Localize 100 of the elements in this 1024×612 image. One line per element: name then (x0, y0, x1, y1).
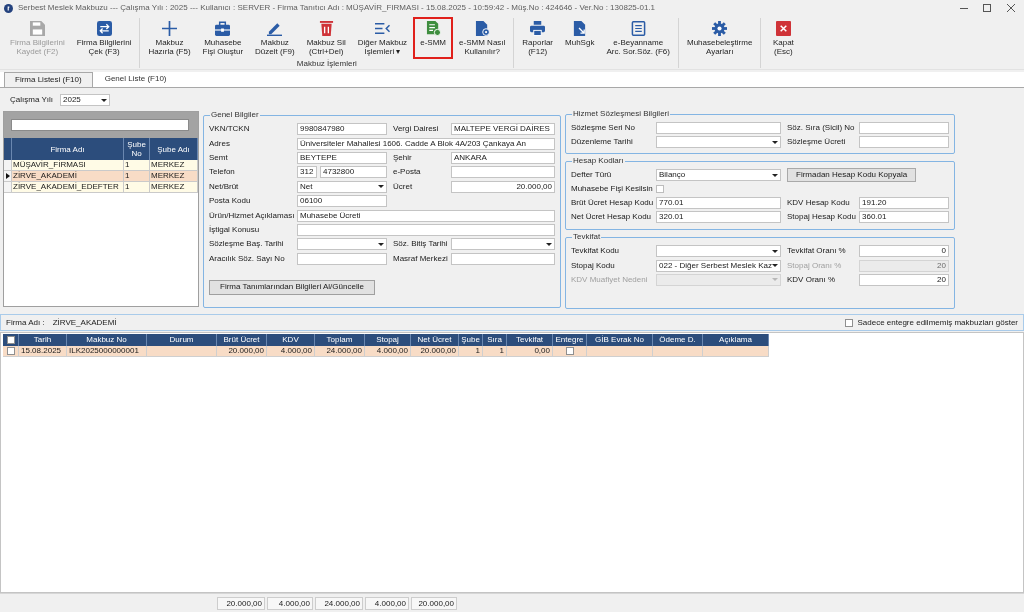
text-field[interactable]: ANKARA (451, 151, 555, 164)
action-button[interactable]: Firmadan Hesap Kodu Kopyala (787, 168, 917, 182)
text-field[interactable]: BEYTEPE (297, 151, 387, 164)
checkbox[interactable] (845, 318, 854, 327)
toolbar-button[interactable]: Makbuz Hazırla (F5) (142, 17, 197, 59)
field-label: Stopaj Hesap Kodu (787, 212, 856, 222)
checkbox[interactable] (656, 185, 664, 193)
tab[interactable]: Genel Liste (F10) (92, 72, 179, 87)
app-icon (4, 3, 13, 13)
checkbox[interactable] (565, 347, 574, 355)
field-label: Söz. Bitiş Tarihi (393, 239, 448, 250)
save-icon (29, 21, 45, 36)
minimize-icon[interactable] (960, 7, 968, 9)
toolbar-button[interactable]: MuhSgk (559, 17, 601, 59)
dropdown-field[interactable] (656, 136, 781, 148)
checkbox[interactable] (6, 336, 15, 344)
field-label: Muhasebe Fişi Kesilsin (571, 184, 653, 194)
list-row[interactable]: ZİRVE_AKADEMİ 1 MERKEZ (4, 171, 198, 182)
text-field[interactable] (451, 166, 555, 179)
toolbar-button[interactable]: Muhasebeleştirme Ayarları (680, 17, 759, 59)
text-field[interactable] (297, 252, 387, 265)
table-row[interactable]: 15.08.2025 ILK2025000000001 20.000,00 4.000,00 24.000,00 4.000,00 20.000,00 1 1 0,00 (3, 346, 769, 357)
text-field[interactable]: 0 (859, 245, 949, 258)
text-field[interactable]: Muhasebe Ücreti (297, 209, 555, 222)
action-button[interactable]: Firma Tanımlarından Bilgileri Al/Güncelle (209, 279, 375, 295)
swap-arrows-icon (96, 21, 112, 36)
text-field[interactable]: 20 (859, 273, 949, 286)
toolbar-button[interactable]: Makbuz Düzelt (F9) (249, 17, 301, 59)
close-icon (775, 21, 791, 36)
field-label: Ürün/Hizmet Açıklaması (209, 210, 295, 221)
toolbar-button[interactable]: Raporlar (F12) (516, 17, 560, 59)
field-label: Posta Kodu (209, 196, 251, 207)
search-field[interactable] (11, 119, 189, 131)
table-cell: ILK2025000000001 (67, 346, 147, 356)
dropdown-field[interactable]: Bilanço (656, 169, 781, 181)
text-field[interactable]: 770.01 (656, 197, 781, 209)
field-label: Brüt Ücret Hesap Kodu (571, 198, 654, 208)
text-field[interactable]: 312 (297, 166, 317, 179)
text-field[interactable]: MALTEPE VERGİ DAİRES (451, 123, 555, 136)
checkbox[interactable] (6, 347, 15, 355)
text-field[interactable] (859, 122, 949, 134)
text-field[interactable]: 191.20 (859, 197, 949, 209)
dropdown-field[interactable] (451, 238, 555, 251)
text-field[interactable] (451, 252, 555, 265)
field-label: Tevkifat Kodu (571, 246, 620, 257)
list-row[interactable]: MÜŞAVİR_FİRMASI 1 MERKEZ (4, 160, 198, 171)
text-field[interactable]: 320.01 (656, 211, 781, 223)
table-cell: 15.08.2025 (19, 346, 67, 356)
text-field[interactable] (859, 136, 949, 148)
window-title: Serbest Meslek Makbuzu --- Çalışma Yılı : 2025 --- Kullanıcı : SERVER - Firma Tanıtıcı Adı : MÜŞAVİR_FIRMASI - 15.08.2025 - 10:59:42 - Müş.No : 424646 - Ver.No : 130825-01.1 (18, 3, 656, 13)
field-label: Defter Türü (571, 170, 612, 180)
table-cell: 0,00 (507, 346, 553, 356)
field-label: Masraf Merkezi (393, 253, 448, 264)
text-field[interactable] (656, 122, 781, 134)
field-label: Semt (209, 152, 228, 163)
document-ring-icon (474, 21, 490, 36)
row-header[interactable] (4, 171, 12, 181)
table-cell: 24.000,00 (315, 346, 365, 356)
toolbar-button[interactable]: Muhasebe Fişi Oluştur (196, 17, 250, 59)
printer-icon (530, 21, 546, 36)
field-label: Sözleşme Baş. Tarihi (209, 239, 284, 250)
toolbar-button[interactable]: Makbuz Sil (Ctrl+Del) (300, 17, 352, 59)
dropdown-field[interactable] (656, 245, 781, 258)
field-label: Sözleşme Ücreti (787, 137, 846, 147)
tab[interactable]: Firma Listesi (F10) (4, 72, 93, 87)
dropdown-field[interactable]: Net (297, 180, 387, 193)
dropdown-arrow-icon (101, 98, 107, 102)
text-field[interactable]: 4732800 (320, 166, 387, 179)
table-cell: ZİRVE_AKADEMİ (12, 171, 124, 181)
toolbar-button[interactable]: e-Beyanname Arc. Sor.Söz. (F6) (600, 17, 676, 59)
text-field[interactable]: 06100 (297, 195, 387, 208)
trash-icon (318, 21, 334, 36)
close-icon[interactable] (1007, 4, 1015, 12)
group-title: Hesap Kodları (572, 156, 625, 166)
text-field[interactable]: Üniversiteler Mahallesi 1606. Cadde A Blok 4A/203 Çankaya An (297, 137, 555, 150)
toolbar-button[interactable]: e-SMM (413, 17, 454, 59)
field-label: Stopaj Kodu (571, 260, 615, 271)
pencil-icon (267, 21, 283, 36)
toolbar-button[interactable]: Kapat (Esc) (763, 17, 804, 59)
plus-icon (162, 21, 177, 36)
document-badge-icon (425, 21, 441, 36)
toolbar-button[interactable]: e-SMM Nasıl Kullanılır? (453, 17, 512, 59)
field-label: VKN/TCKN (209, 124, 250, 135)
list-row[interactable]: ZİRVE_AKADEMİ_EDEFTER 1 MERKEZ (4, 182, 198, 193)
table-cell: 20.000,00 (411, 346, 459, 356)
table-cell: 1 (124, 160, 150, 170)
toolbar-button[interactable]: Firma Bilgilerini Çek (F3) (70, 17, 138, 59)
total-cell: 4.000,00 (365, 596, 409, 610)
text-field[interactable]: 20.000,00 (451, 180, 555, 193)
text-field[interactable]: 9980847980 (297, 123, 387, 136)
text-field[interactable] (297, 223, 555, 236)
dropdown-field[interactable] (297, 238, 387, 251)
field-label: Firma Adı : (6, 317, 45, 328)
text-field[interactable]: 360.01 (859, 211, 949, 223)
toolbar-button[interactable]: Diğer Makbuz İşlemleri ▾ (351, 17, 414, 59)
dropdown-field[interactable]: 022 - Diğer Serbest Meslek Kaz (656, 259, 781, 272)
dropdown-arrow-icon (378, 185, 384, 189)
maximize-icon[interactable] (983, 4, 991, 12)
dropdown-field[interactable]: 2025 (60, 94, 110, 106)
table-cell: MÜŞAVİR_FİRMASI (12, 160, 124, 170)
